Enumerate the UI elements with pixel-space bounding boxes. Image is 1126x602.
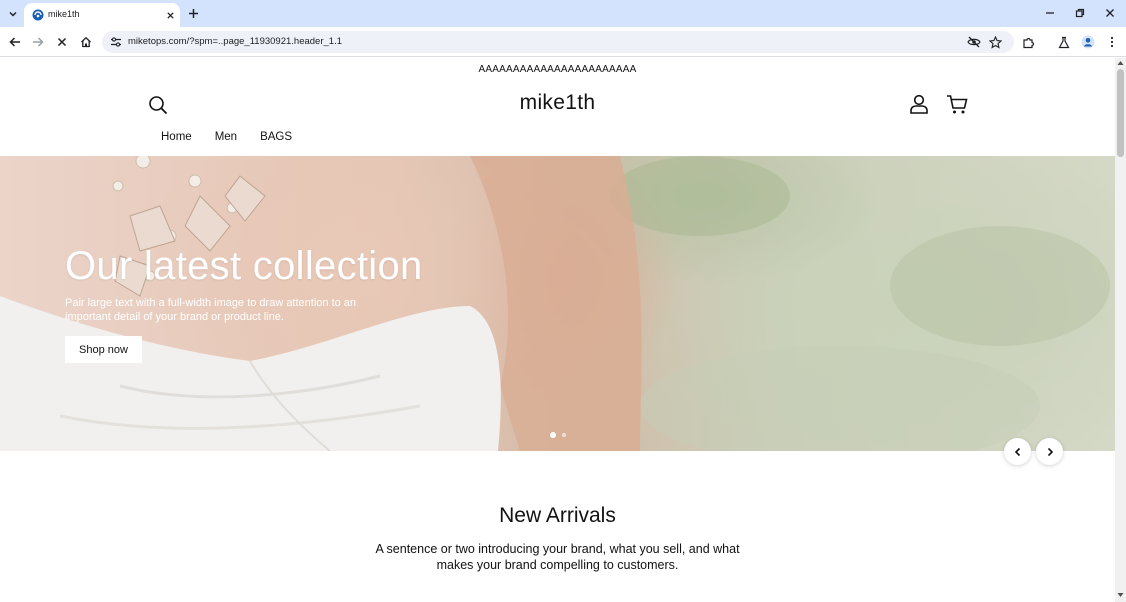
page-scrollbar[interactable] xyxy=(1115,58,1126,602)
forward-button[interactable] xyxy=(29,33,47,51)
main-navigation: Home Men BAGS xyxy=(161,131,315,143)
hero-heading: Our latest collection xyxy=(65,244,423,288)
new-tab-button[interactable] xyxy=(185,5,201,21)
page-viewport: AAAAAAAAAAAAAAAAAAAAAAA mike1th Home Men… xyxy=(0,58,1115,602)
browser-tab-active[interactable]: mike1th xyxy=(24,3,180,27)
stop-loading-button[interactable] xyxy=(53,33,71,51)
minimize-button[interactable] xyxy=(1041,4,1059,22)
chevron-down-icon xyxy=(9,11,17,17)
arrow-left-icon xyxy=(9,37,20,47)
restore-icon xyxy=(1075,8,1085,18)
nav-item-men[interactable]: Men xyxy=(215,131,237,143)
plus-icon xyxy=(188,8,198,18)
cart-button[interactable] xyxy=(945,93,969,115)
close-icon xyxy=(57,37,67,47)
puzzle-icon xyxy=(1022,37,1034,48)
star-icon xyxy=(988,35,1002,49)
slide-previous-button[interactable] xyxy=(1004,438,1031,465)
nav-item-home[interactable]: Home xyxy=(161,131,192,143)
profile-button[interactable] xyxy=(1079,33,1097,51)
back-button[interactable] xyxy=(6,33,24,51)
url-text[interactable]: miketops.com/?spm=..page_11930921.header… xyxy=(128,36,342,47)
extensions-button[interactable] xyxy=(1019,33,1037,51)
scroll-up-arrow-icon[interactable] xyxy=(1117,60,1124,66)
more-vert-icon xyxy=(1110,36,1114,48)
close-icon xyxy=(166,11,174,19)
close-tab-button[interactable] xyxy=(163,8,177,22)
home-button[interactable] xyxy=(77,33,95,51)
bookmark-button[interactable] xyxy=(987,34,1003,50)
minimize-icon xyxy=(1046,12,1054,14)
new-arrivals-title: New Arrivals xyxy=(499,504,616,527)
person-icon xyxy=(1081,35,1095,49)
slide-dot-1[interactable] xyxy=(550,432,556,438)
home-icon xyxy=(81,36,91,48)
nav-item-bags[interactable]: BAGS xyxy=(260,131,292,143)
scroll-down-arrow-icon[interactable] xyxy=(1117,592,1124,598)
labs-button[interactable] xyxy=(1055,33,1073,51)
browser-tabstrip: mike1th xyxy=(0,0,1126,27)
restore-button[interactable] xyxy=(1071,4,1089,22)
cart-icon xyxy=(947,95,968,114)
eye-off-icon xyxy=(967,36,981,48)
tab-title: mike1th xyxy=(48,9,80,19)
arrow-right-icon xyxy=(33,37,44,47)
announcement-bar: AAAAAAAAAAAAAAAAAAAAAAA xyxy=(478,64,637,75)
browser-menu-button[interactable] xyxy=(1103,33,1121,51)
slide-dot-2[interactable] xyxy=(562,433,566,437)
hero-description: Pair large text with a full-width image … xyxy=(65,297,357,323)
tracking-protection-button[interactable] xyxy=(966,34,982,50)
user-icon xyxy=(910,94,928,114)
account-button[interactable] xyxy=(908,93,930,115)
close-window-button[interactable] xyxy=(1101,4,1119,22)
new-arrivals-description: A sentence or two introducing your brand… xyxy=(375,542,740,572)
scrollbar-thumb[interactable] xyxy=(1117,69,1124,157)
tune-icon[interactable] xyxy=(109,35,123,49)
slide-next-button[interactable] xyxy=(1036,438,1063,465)
shop-now-button[interactable]: Shop now xyxy=(65,336,142,363)
chevron-left-icon xyxy=(1014,447,1020,456)
flask-icon xyxy=(1058,36,1070,48)
hero-slideshow: Our latest collection Pair large text wi… xyxy=(0,156,1115,451)
browser-toolbar: miketops.com/?spm=..page_11930921.header… xyxy=(0,27,1126,57)
tab-list-button[interactable] xyxy=(4,5,22,23)
chevron-right-icon xyxy=(1047,447,1053,456)
site-favicon-icon xyxy=(32,9,44,21)
close-icon xyxy=(1106,9,1114,17)
address-bar[interactable]: miketops.com/?spm=..page_11930921.header… xyxy=(102,31,1014,53)
